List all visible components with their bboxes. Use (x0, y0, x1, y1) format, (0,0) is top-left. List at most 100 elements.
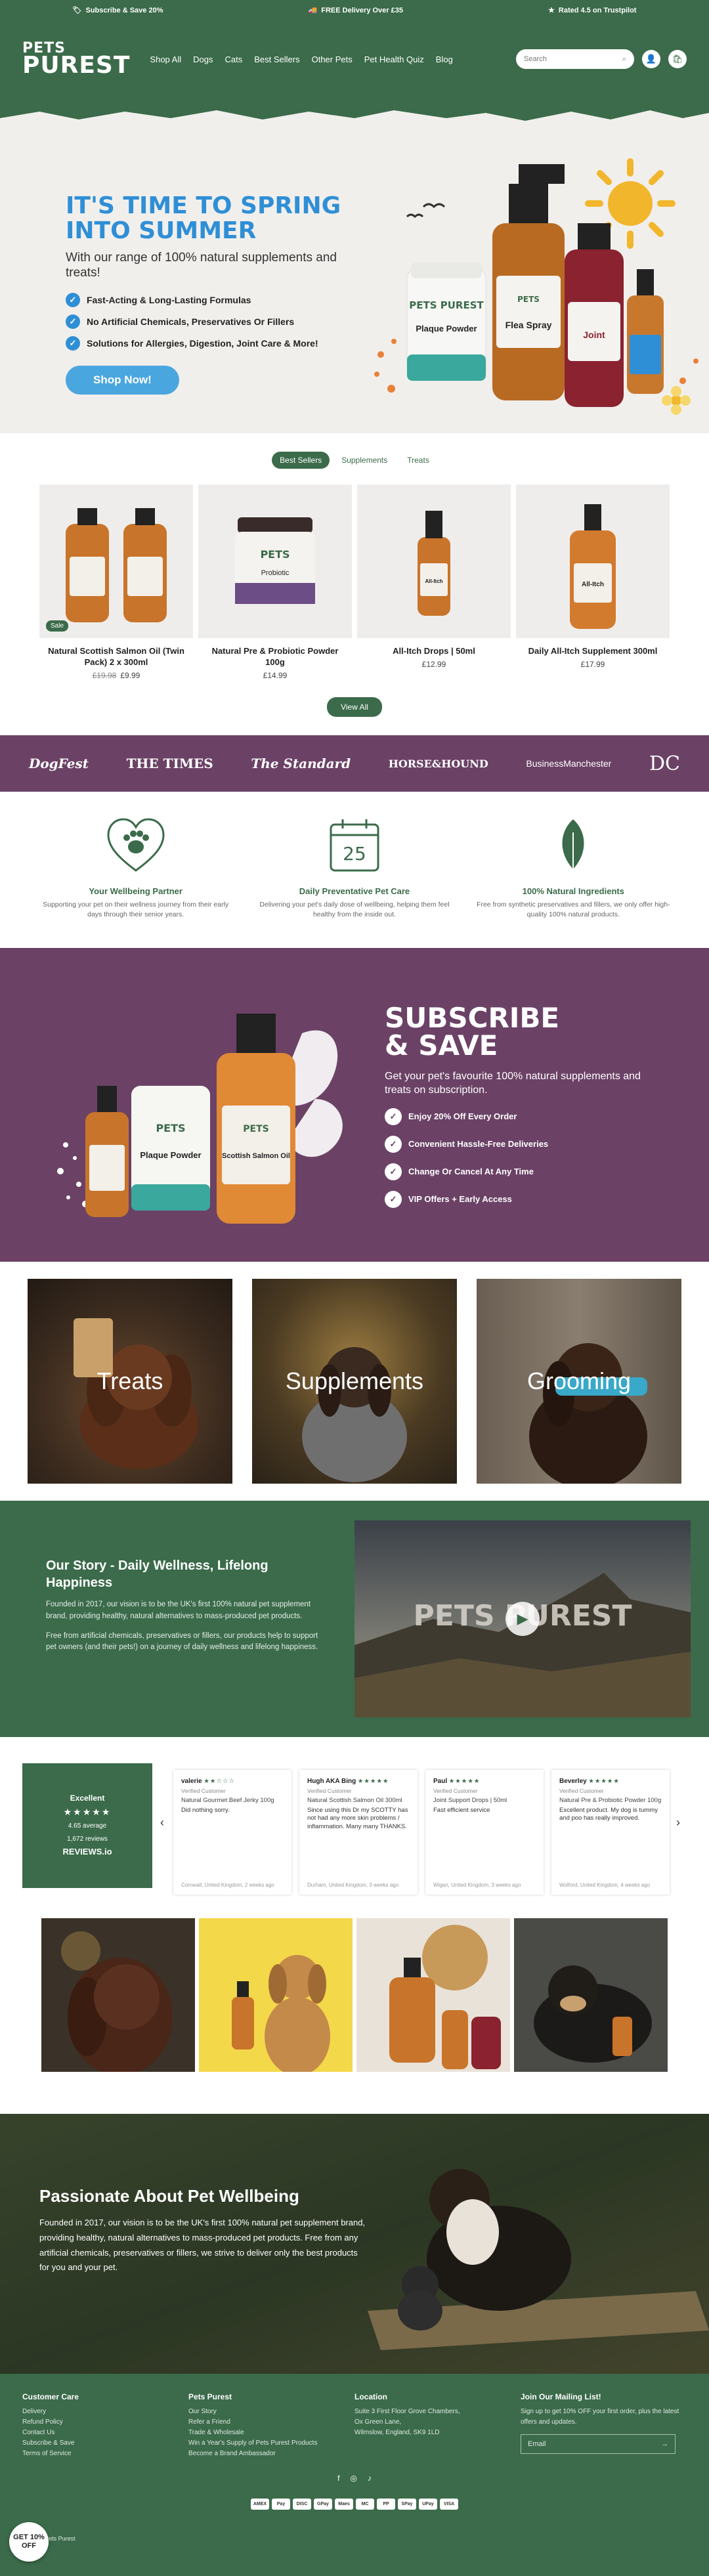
play-icon[interactable]: ▶ (505, 1602, 540, 1636)
payment-icons: AMEX Pay DISC GPay Maes MC PP SPay UPay … (0, 2499, 709, 2510)
product-price: £12.99 (421, 659, 446, 669)
announcement-item[interactable]: ★ Rated 4.5 on Trustpilot (548, 6, 636, 14)
product-name[interactable]: All-Itch Drops | 50ml (357, 646, 511, 657)
svg-text:PETS: PETS (517, 295, 540, 304)
nav-dogs[interactable]: Dogs (193, 54, 213, 64)
cart-icon[interactable]: 🛍 (668, 50, 687, 68)
product-name[interactable]: Natural Scottish Salmon Oil (Twin Pack) … (39, 646, 193, 668)
email-field[interactable]: Email → (521, 2434, 676, 2454)
footer-link[interactable]: Terms of Service (22, 2449, 188, 2459)
amex-icon: AMEX (251, 2499, 269, 2510)
press-logo: DogFest (29, 756, 89, 771)
subscribe-benefit: ✓ Enjoy 20% Off Every Order (385, 1107, 647, 1125)
announcement-bar: 🏷 Subscribe & Save 20% 🚚 FREE Delivery Ove… (0, 0, 709, 20)
logo[interactable]: PETS PUREST (22, 41, 130, 77)
svg-text:Flea Spray: Flea Spray (505, 320, 552, 330)
gallery-image[interactable] (199, 1918, 353, 2072)
product-name[interactable]: Natural Pre & Probiotic Powder 100g (198, 646, 352, 668)
nav-other-pets[interactable]: Other Pets (312, 54, 353, 64)
heart-paw-icon (107, 818, 165, 872)
shop-now-button[interactable]: Shop Now! (66, 366, 179, 395)
chevron-left-icon[interactable]: ‹ (160, 1816, 164, 1830)
visa-icon: VISA (440, 2499, 458, 2510)
main-nav: Shop All Dogs Cats Best Sellers Other Pe… (150, 54, 452, 64)
tab-treats[interactable]: Treats (399, 452, 437, 469)
gallery-image[interactable] (41, 1918, 195, 2072)
feature-item: 25 Daily Preventative Pet Care Deliverin… (256, 813, 453, 948)
instagram-icon[interactable]: ◎ (350, 2474, 356, 2483)
press-logo: DC (649, 752, 680, 775)
nav-blog[interactable]: Blog (436, 54, 453, 64)
press-logos: DogFest THE TIMES The Standard HORSE&HOU… (0, 735, 709, 792)
svg-text:Probiotic: Probiotic (261, 569, 290, 577)
footer-link[interactable]: Become a Brand Ambassador (188, 2449, 354, 2459)
hero-products-image: PETS PUREST Plaque Powder PETS Flea Spra… (374, 158, 698, 415)
category-grooming[interactable]: Grooming (477, 1279, 681, 1484)
announcement-item[interactable]: 🚚 FREE Delivery Over £35 (309, 6, 403, 14)
footer-link[interactable]: Refund Policy (22, 2417, 188, 2428)
category-supplements[interactable]: Supplements (252, 1279, 457, 1484)
product-card[interactable]: All-Itch Daily All-Itch Supplement 300ml… (516, 484, 670, 680)
gallery-image[interactable] (514, 1918, 668, 2072)
product-image[interactable]: PETS Probiotic (198, 484, 352, 638)
product-name[interactable]: Daily All-Itch Supplement 300ml (516, 646, 670, 657)
footer-link[interactable]: Trade & Wholesale (188, 2428, 354, 2438)
nav-cats[interactable]: Cats (225, 54, 242, 64)
discount-popup-button[interactable]: GET 10% OFF (9, 2522, 49, 2562)
announcement-item[interactable]: 🏷 Subscribe & Save 20% (73, 6, 163, 14)
svg-text:Joint: Joint (583, 330, 605, 340)
account-icon[interactable]: 👤 (642, 50, 660, 68)
footer-link[interactable]: Delivery (22, 2407, 188, 2417)
tab-best-sellers[interactable]: Best Sellers (272, 452, 330, 469)
tiktok-icon[interactable]: ♪ (368, 2474, 372, 2483)
nav-pet-health-quiz[interactable]: Pet Health Quiz (364, 54, 424, 64)
union-pay-icon: UPay (419, 2499, 437, 2510)
product-image[interactable]: Sale (39, 484, 193, 638)
story-paragraph: Free from artificial chemicals, preserva… (46, 1631, 318, 1652)
hero-subtitle: With our range of 100% natural supplemen… (66, 250, 337, 280)
paypal-icon: PP (377, 2499, 395, 2510)
press-logo: The Standard (251, 756, 351, 771)
sale-badge: Sale (46, 620, 69, 632)
subscribe-benefit: ✓ Convenient Hassle-Free Deliveries (385, 1135, 647, 1153)
shop-pay-icon: SPay (398, 2499, 416, 2510)
nav-shop-all[interactable]: Shop All (150, 54, 181, 64)
svg-text:All-Itch: All-Itch (582, 581, 604, 588)
passion-text: Founded in 2017, our vision is to be the… (39, 2218, 366, 2273)
footer-link[interactable]: Our Story (188, 2407, 354, 2417)
nav-best-sellers[interactable]: Best Sellers (254, 54, 299, 64)
hero-check: ✓ Fast-Acting & Long-Lasting Formulas (66, 293, 374, 308)
story-title: Our Story - Daily Wellness, Lifelong Hap… (46, 1558, 269, 1590)
check-icon: ✓ (66, 336, 80, 351)
footer-link[interactable]: Contact Us (22, 2428, 188, 2438)
chevron-right-icon[interactable]: › (676, 1816, 680, 1830)
gallery-image[interactable] (356, 1918, 510, 2072)
story-video[interactable]: PETS PUREST ▶ (354, 1520, 691, 1717)
product-card[interactable]: All-Itch All-Itch Drops | 50ml £12.99 (357, 484, 511, 680)
arrow-right-icon[interactable]: → (661, 2440, 668, 2448)
view-all-button[interactable]: View All (327, 697, 382, 717)
footer-link[interactable]: Refer a Friend (188, 2417, 354, 2428)
product-card[interactable]: PETS Probiotic Natural Pre & Probiotic P… (198, 484, 352, 680)
check-icon: ✓ (385, 1163, 402, 1180)
instagram-gallery (0, 1891, 709, 2114)
svg-text:PETS: PETS (260, 548, 290, 561)
passion-title: Passionate About Pet Wellbeing (39, 2186, 299, 2206)
facebook-icon[interactable]: f (337, 2474, 339, 2483)
category-treats[interactable]: Treats (28, 1279, 232, 1484)
truck-icon: 🚚 (308, 6, 318, 14)
product-tabs: Best Sellers Supplements Treats (0, 452, 709, 469)
category-tiles: Treats Supplements Grooming (0, 1262, 709, 1501)
calendar-icon: 25 (330, 819, 379, 872)
search-input[interactable]: Search ⌕ (516, 49, 634, 69)
tab-supplements[interactable]: Supplements (333, 452, 395, 469)
product-image[interactable]: All-Itch (516, 484, 670, 638)
product-card[interactable]: Sale Natural Scottish Salmon Oil (Twin P… (39, 484, 193, 680)
product-image[interactable]: All-Itch (357, 484, 511, 638)
footer-link[interactable]: Subscribe & Save (22, 2438, 188, 2449)
svg-text:PETS: PETS (243, 1124, 269, 1134)
check-icon: ✓ (66, 293, 80, 308)
search-icon[interactable]: ⌕ (622, 55, 626, 64)
footer-link[interactable]: Win a Year's Supply of Pets Purest Produ… (188, 2438, 354, 2449)
torn-edge (0, 98, 709, 121)
